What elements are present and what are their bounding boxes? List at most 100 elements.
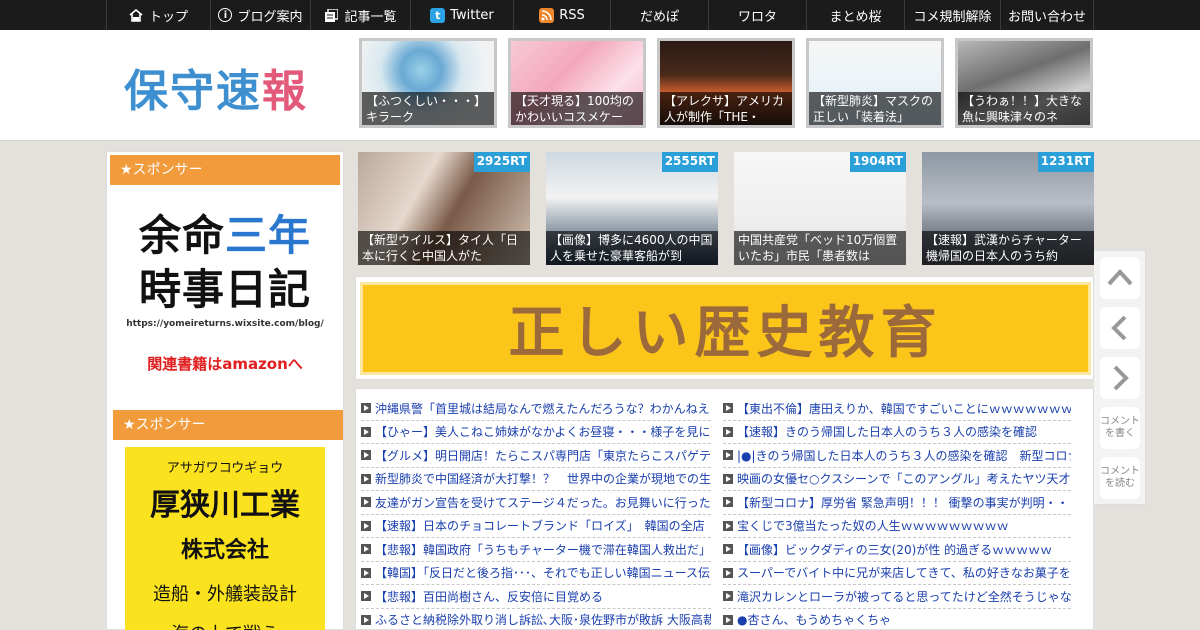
list-item[interactable]: 【韓国】「反日だと後ろ指･･･、それでも正しい韓国ニュース伝 [361,562,711,585]
article-link[interactable]: 【韓国】「反日だと後ろ指･･･、それでも正しい韓国ニュース伝 [375,564,710,581]
list-item[interactable]: スーパーでバイト中に兄が来店してきて、私の好きなお菓子を [723,562,1071,585]
nav-item-warota[interactable]: ワロタ [708,0,806,30]
list-item[interactable]: 【悲報】百田尚樹さん、反安倍に目覚める [361,585,711,609]
nav-label: Twitter [450,7,494,23]
nav-item-matome-sakura[interactable]: まとめ桜 [806,0,904,30]
list-item[interactable]: ●杏さん、もうめちゃくちゃ [723,609,1071,630]
featured-card[interactable]: 2925RT 【新型ウイルス】タイ人「日本に行くと中国人がた [358,152,530,265]
top-nav-items: トップ i ブログ案内 記事一覧 t Twitter RSS だめぽ ワロタ ま… [106,0,1094,30]
featured-card[interactable]: 1231RT 【速報】武漢からチャーター機帰国の日本人のうち約 [922,152,1094,265]
article-link[interactable]: ふるさと納税除外取り消し訴訟､大阪･泉佐野市が敗訴 大阪高裁 [375,611,711,628]
featured-card[interactable]: 2555RT 【画像】博多に4600人の中国人を乗せた豪華客船が到 [546,152,718,265]
rt-badge: 2555RT [661,152,718,172]
nav-item-damepo[interactable]: だめぽ [610,0,708,30]
ad-service: 造船・外艤装設計 [153,584,297,605]
list-item[interactable]: ふるさと納税除外取り消し訴訟､大阪･泉佐野市が敗訴 大阪高裁 [361,609,711,630]
scroll-top-button[interactable] [1100,257,1140,299]
list-icon [324,8,339,23]
write-comment-button[interactable]: コメントを書く [1100,407,1140,449]
header-thumb[interactable]: 【アレクサ】アメリカ人が制作「THE・ [657,38,795,128]
nav-label: ブログ案内 [237,9,303,25]
list-item[interactable]: 【新型コロナ】厚労省 緊急声明！！！ 衝撃の事実が判明・・ [723,491,1071,515]
featured-card[interactable]: 1904RT 中国共産党「ベッド10万個置いたお」市民「患者数は [734,152,906,265]
list-item[interactable]: 【グルメ】明日開店！たらこスパ専門店「東京たらこスパゲテ [361,444,711,468]
article-link[interactable]: ●杏さん、もうめちゃくちゃ [737,611,891,628]
banner-text: 正しい歴史教育 [508,300,943,366]
article-link[interactable]: 【画像】ビックダディの三女(20)が性 的過ぎるｗｗｗｗｗ [737,541,1052,558]
featured-caption: 【速報】武漢からチャーター機帰国の日本人のうち約 [922,231,1094,265]
article-link[interactable]: |●|きのう帰国した日本人のうち３人の感染を確認 新型コロナ [737,447,1071,464]
article-link[interactable]: 【ひゃー】美人こねこ姉妹がなかよくお昼寝・・・様子を見に [375,423,710,440]
read-comment-button[interactable]: コメントを読む [1100,457,1140,499]
article-link[interactable]: 【新型コロナ】厚労省 緊急声明！！！ 衝撃の事実が判明・・ [737,494,1069,511]
article-list: 沖縄県警「首里城は結局なんで燃えたんだろうな？わかんねえ 【ひゃー】美人こねこ姉… [355,388,1094,630]
list-item[interactable]: 【ひゃー】美人こねこ姉妹がなかよくお昼寝・・・様子を見に [361,421,711,444]
article-link[interactable]: 【悲報】百田尚樹さん、反安倍に目覚める [375,588,603,605]
nav-item-contact[interactable]: お問い合わせ [1000,0,1094,30]
rt-badge: 2925RT [473,152,530,172]
list-item[interactable]: 【速報】きのう帰国した日本人のうち３人の感染を確認 [723,421,1071,444]
article-link[interactable]: 新型肺炎で中国経済が大打撃！？ 世界中の企業が現地での生 [375,470,711,487]
header-thumb[interactable]: 【うわぁ！！】大きな魚に興味津々のネ [955,38,1093,128]
next-page-button[interactable] [1100,357,1140,399]
arrow-bullet-icon [361,544,371,555]
nav-item-article-list[interactable]: 記事一覧 [310,0,410,30]
chevron-left-icon [1111,315,1127,341]
history-education-banner[interactable]: 正しい歴史教育 [360,282,1091,375]
article-link[interactable]: 【グルメ】明日開店！たらこスパ専門店「東京たらこスパゲテ [375,447,711,464]
info-icon: i [218,8,233,22]
list-item[interactable]: 友達がガン宣告を受けてステージ４だった。お見舞いに行った [361,491,711,515]
list-item[interactable]: 沖縄県警「首里城は結局なんで燃えたんだろうな？わかんねえ [361,397,711,421]
nav-item-rss[interactable]: RSS [513,0,610,30]
arrow-bullet-icon [723,567,733,578]
article-link[interactable]: 【悲報】韓国政府「うちもチャーター機で滞在韓国人救出だ」 [375,541,711,558]
nav-item-blog-guide[interactable]: i ブログ案内 [210,0,310,30]
ad-cta: 関連書籍はamazonへ [147,355,303,373]
rss-icon [539,7,555,23]
list-item[interactable]: 新型肺炎で中国経済が大打撃！？ 世界中の企業が現地での生 [361,468,711,491]
arrow-bullet-icon [361,497,371,508]
thumb-caption: 【アレクサ】アメリカ人が制作「THE・ [660,92,792,125]
article-link[interactable]: 【速報】きのう帰国した日本人のうち３人の感染を確認 [737,423,1037,440]
header-thumb[interactable]: 【ふつくしい・・・】キラーク [359,38,497,128]
list-item[interactable]: |●|きのう帰国した日本人のうち３人の感染を確認 新型コロナ [723,444,1071,468]
nav-label: お問い合わせ [1007,9,1086,25]
arrow-bullet-icon [361,520,371,531]
top-nav: トップ i ブログ案内 記事一覧 t Twitter RSS だめぽ ワロタ ま… [0,0,1200,30]
header-thumbnails: 【ふつくしい・・・】キラーク 【天才現る】100均のかわいいコスメケー 【アレク… [359,38,1093,128]
nav-item-comment-unblock[interactable]: コメ規制解除 [904,0,1000,30]
article-column-left: 沖縄県警「首里城は結局なんで燃えたんだろうな？わかんねえ 【ひゃー】美人こねこ姉… [361,397,711,630]
list-item[interactable]: 【東出不倫】唐田えりか、韓国ですごいことにｗｗｗｗｗｗｗ [723,397,1071,421]
logo-part-2: 速 [216,66,262,117]
article-link[interactable]: 【速報】日本のチョコレートブランド「ロイズ」 韓国の全店 [375,517,705,534]
prev-page-button[interactable] [1100,307,1140,349]
nav-label: まとめ桜 [829,9,882,25]
list-item[interactable]: 【悲報】韓国政府「うちもチャーター機で滞在韓国人救出だ」 [361,538,711,562]
ad-corp: 株式会社 [180,538,269,563]
article-link[interactable]: 宝くじで3億当たった奴の人生ｗｗｗｗｗｗｗｗｗ [737,517,1009,534]
nav-label: 記事一覧 [344,9,397,25]
list-item[interactable]: 【画像】ビックダディの三女(20)が性 的過ぎるｗｗｗｗｗ [723,538,1071,562]
nav-item-twitter[interactable]: t Twitter [410,0,513,30]
article-link[interactable]: スーパーでバイト中に兄が来店してきて、私の好きなお菓子を [737,564,1071,581]
nav-item-top[interactable]: トップ [106,0,210,30]
arrow-bullet-icon [361,614,371,625]
list-item[interactable]: 滝沢カレンとローラが被ってると思ってたけど全然そうじゃな [723,585,1071,609]
site-logo[interactable]: 保守速報 [124,55,308,119]
sponsor-ad-yomei[interactable]: 余命三年 時事日記 https://yomeireturns.wixsite.c… [110,190,340,380]
home-icon [129,8,144,23]
sponsor-ad-asagawa[interactable]: アサガワコウギョウ 厚狭川工業 株式会社 造船・外艤装設計 海の上で戦う [125,447,325,630]
featured-caption: 【画像】博多に4600人の中国人を乗せた豪華客船が到 [546,231,718,265]
list-item[interactable]: 映画の女優セ○クスシーンで「このアングル」考えたヤツ天才だ [723,468,1071,491]
list-item[interactable]: 【速報】日本のチョコレートブランド「ロイズ」 韓国の全店 [361,515,711,538]
article-link[interactable]: 友達がガン宣告を受けてステージ４だった。お見舞いに行った [375,494,711,511]
article-link[interactable]: 滝沢カレンとローラが被ってると思ってたけど全然そうじゃな [737,588,1071,605]
ad-tagline: 海の上で戦う [125,620,325,630]
list-item[interactable]: 宝くじで3億当たった奴の人生ｗｗｗｗｗｗｗｗｗ [723,515,1071,538]
article-link[interactable]: 映画の女優セ○クスシーンで「このアングル」考えたヤツ天才だ [737,470,1071,487]
header-thumb[interactable]: 【天才現る】100均のかわいいコスメケー [508,38,646,128]
header-thumb[interactable]: 【新型肺炎】マスクの正しい「装着法」 [806,38,944,128]
article-link[interactable]: 【東出不倫】唐田えりか、韓国ですごいことにｗｗｗｗｗｗｗ [737,400,1071,417]
article-link[interactable]: 沖縄県警「首里城は結局なんで燃えたんだろうな？わかんねえ [375,400,710,417]
arrow-bullet-icon [723,426,733,437]
